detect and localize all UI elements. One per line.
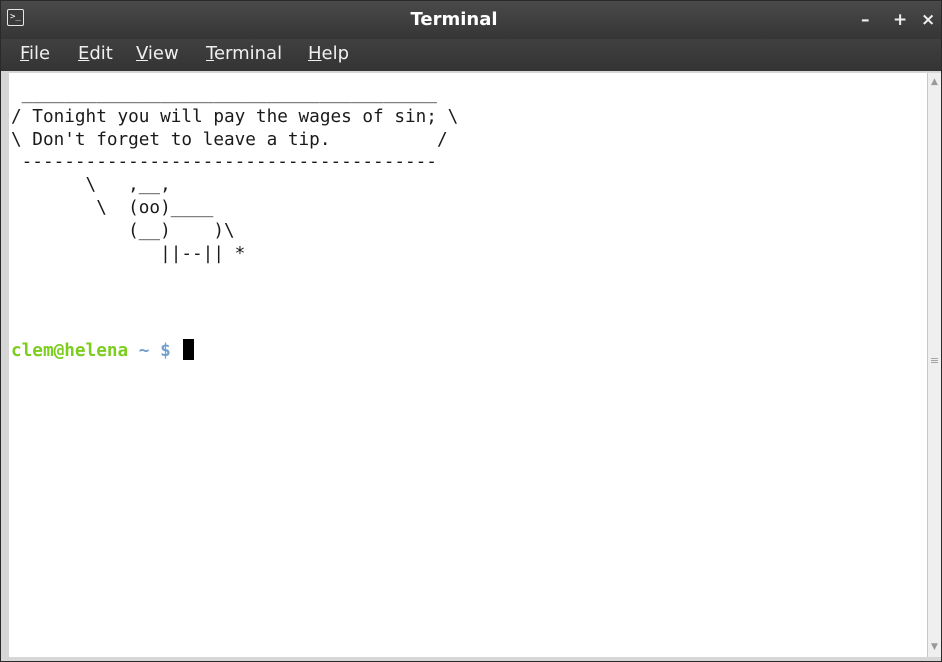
chevron-down-icon[interactable]: ▼ bbox=[928, 640, 941, 654]
menu-terminal-label: Terminal bbox=[206, 43, 283, 64]
menu-terminal[interactable]: Terminal bbox=[206, 42, 282, 66]
scrollbar-grip[interactable]: ≡ bbox=[928, 355, 941, 367]
menu-help-label: Help bbox=[308, 43, 350, 64]
terminal-output: _______________________________________ … bbox=[11, 84, 459, 264]
prompt-line[interactable]: clem@helena ~ $ bbox=[11, 339, 195, 363]
text-cursor bbox=[183, 339, 195, 360]
maximize-button[interactable]: + bbox=[893, 8, 907, 32]
menu-bar: File Edit View Terminal Help bbox=[1, 39, 941, 71]
menu-edit[interactable]: Edit bbox=[78, 42, 113, 66]
minimize-button[interactable]: – bbox=[861, 8, 870, 32]
title-bar[interactable]: >_ Terminal – + × bbox=[1, 1, 941, 39]
window-title: Terminal bbox=[410, 9, 498, 30]
prompt-user: clem@helena bbox=[11, 341, 129, 361]
window-bottom-border bbox=[1, 657, 941, 661]
prompt-dir: ~ $ bbox=[128, 341, 182, 361]
close-button[interactable]: × bbox=[921, 8, 935, 32]
menu-view-label: View bbox=[136, 43, 179, 64]
chevron-up-icon[interactable]: ▲ bbox=[928, 75, 941, 89]
terminal-window: >_ Terminal – + × File Edit View Termina… bbox=[0, 0, 942, 662]
menu-file[interactable]: File bbox=[20, 42, 50, 66]
vertical-scrollbar[interactable]: ▲ ≡ ▼ bbox=[927, 73, 941, 657]
menu-help[interactable]: Help bbox=[308, 42, 349, 66]
menu-view[interactable]: View bbox=[136, 42, 179, 66]
menu-file-label: File bbox=[20, 43, 51, 64]
menu-edit-label: Edit bbox=[78, 43, 113, 64]
terminal-area[interactable]: _______________________________________ … bbox=[9, 73, 927, 657]
